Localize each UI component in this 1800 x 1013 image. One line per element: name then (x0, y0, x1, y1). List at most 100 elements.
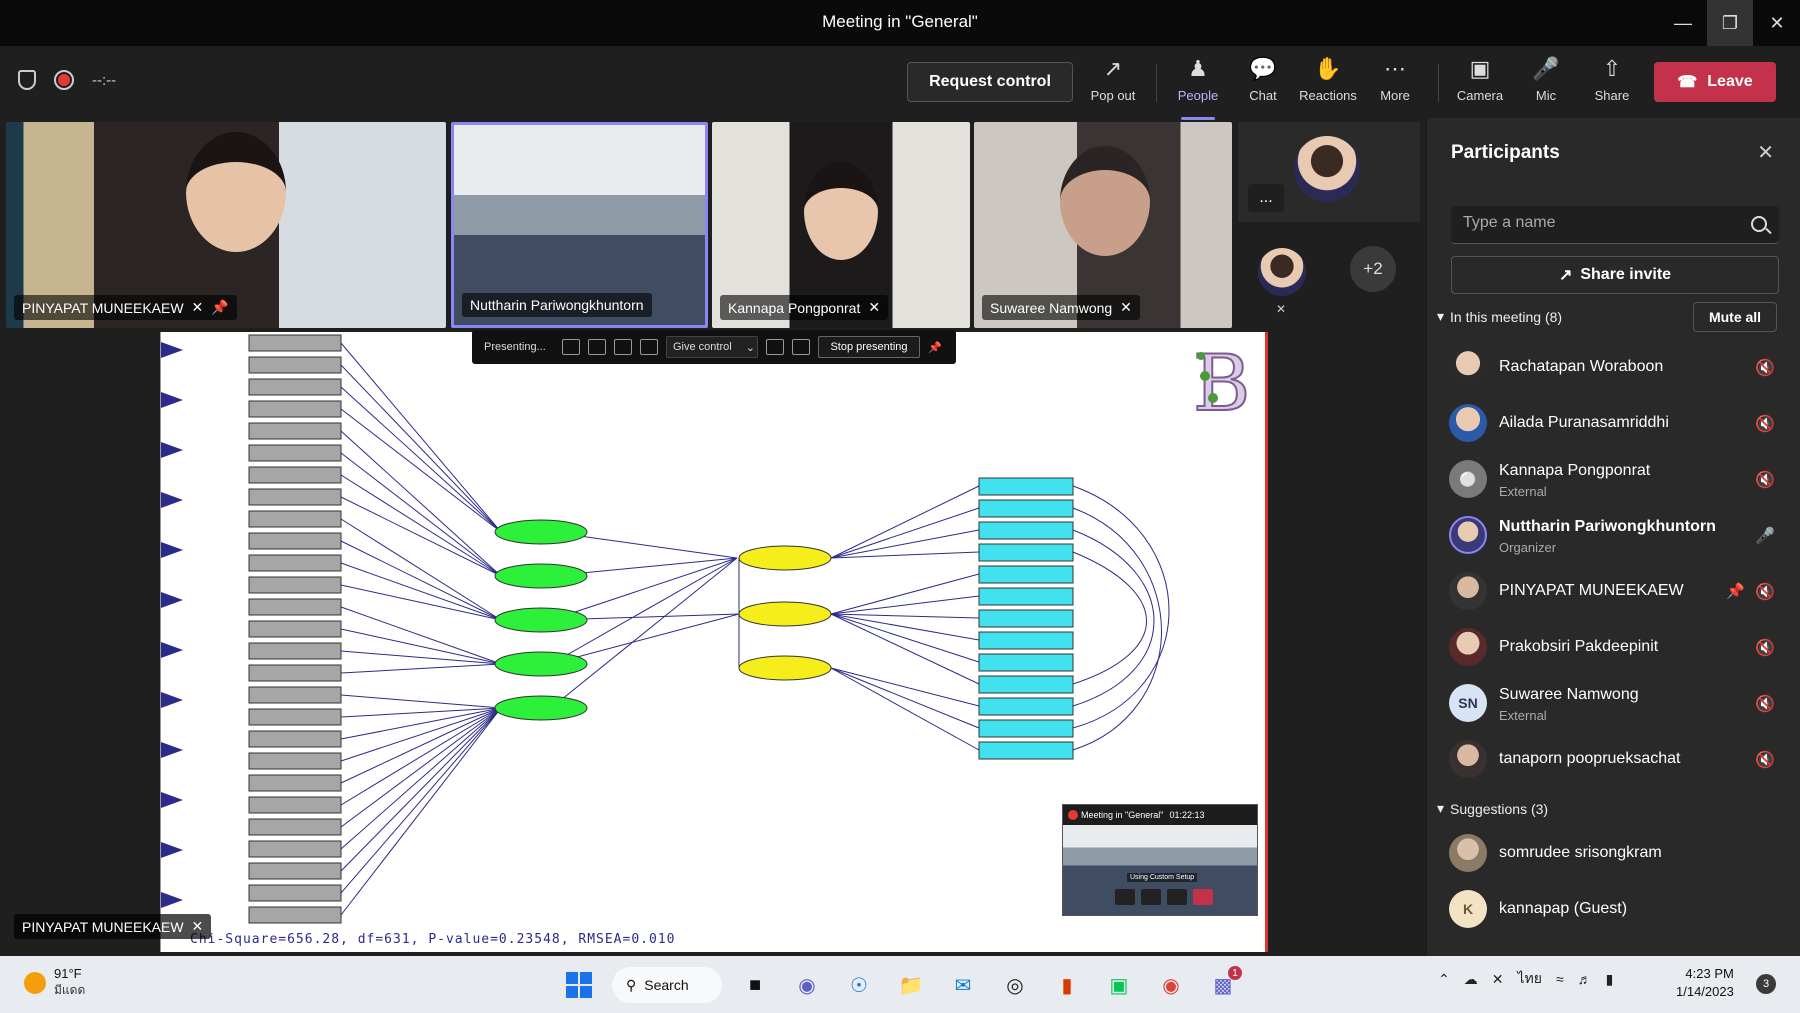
pin-icon[interactable]: 📌 (1726, 582, 1745, 600)
dell-icon[interactable]: ◎ (996, 966, 1034, 1004)
search-input[interactable] (1463, 214, 1743, 232)
task-view-icon[interactable]: ■ (736, 966, 774, 1004)
video-tile[interactable]: Suwaree Namwong ✕ (974, 122, 1232, 328)
chrome-icon[interactable]: ◉ (1152, 966, 1190, 1004)
volume-icon[interactable]: ♬ (1578, 971, 1592, 987)
meeting-toolbar: --:-- Request control ↗ Pop out ♟ People… (0, 46, 1800, 120)
annotate-icon[interactable] (766, 339, 784, 355)
layout-icon[interactable] (640, 339, 658, 355)
avatar (1449, 834, 1487, 872)
chat-button[interactable]: 💬 Chat (1232, 54, 1294, 114)
teams-badge: 1 (1228, 966, 1242, 980)
video-tile[interactable]: PINYAPAT MUNEEKAEW ✕ 📌 (6, 122, 446, 328)
participant-row[interactable]: Ailada Puranasamriddhi 🔇 (1427, 396, 1800, 452)
participant-row[interactable]: Nuttharin Pariwongkhuntorn Organizer 🎤 (1427, 508, 1800, 564)
more-participants-badge[interactable]: +2 (1350, 246, 1396, 292)
camera-button[interactable]: ▣ Camera (1449, 54, 1511, 114)
avatar: SN (1449, 684, 1487, 722)
mic-off-icon[interactable]: 🔇 (1755, 358, 1775, 378)
participant-row[interactable]: PINYAPAT MUNEEKAEW 📌 🔇 (1427, 564, 1800, 620)
video-tile[interactable]: Nuttharin Pariwongkhuntorn (451, 122, 708, 328)
in-meeting-header[interactable]: ▾ In this meeting (8) (1437, 308, 1562, 325)
onedrive-icon[interactable]: ☁ (1464, 971, 1478, 988)
share-icon[interactable] (1167, 889, 1187, 905)
presenter-name-label: PINYAPAT MUNEEKAEW ✕ (14, 914, 212, 939)
avatar (1449, 740, 1487, 778)
start-button[interactable] (560, 966, 598, 1004)
give-control-dropdown[interactable]: Give control ⌄ (666, 336, 758, 358)
clock[interactable]: 4:23 PM 1/14/2023 (1676, 965, 1734, 1001)
office-icon[interactable]: ▮ (1048, 966, 1086, 1004)
mic-button[interactable]: 🎤 Mic (1515, 54, 1577, 114)
mic-off-icon[interactable]: 🔇 (1755, 414, 1775, 434)
mic-off-icon[interactable]: 🔇 (1755, 470, 1775, 490)
mic-off-icon[interactable]: 🔇 (1755, 694, 1775, 714)
notification-badge[interactable]: 3 (1756, 974, 1776, 994)
leave-button[interactable]: ☎ Leave (1654, 62, 1776, 102)
pointer-icon[interactable] (792, 339, 810, 355)
people-button[interactable]: ♟ People (1167, 54, 1229, 120)
line-icon[interactable]: ▣ (1100, 966, 1138, 1004)
edge-icon[interactable]: ☉ (840, 966, 878, 1004)
mic-off-icon[interactable]: 🔇 (1755, 582, 1775, 602)
suggestions-header[interactable]: ▾ Suggestions (3) (1437, 800, 1548, 817)
layout-icon[interactable] (562, 339, 580, 355)
window-title: Meeting in "General" (822, 12, 978, 31)
more-button[interactable]: ⋯ More (1364, 54, 1426, 114)
chevron-down-icon: ▾ (1437, 800, 1445, 816)
mic-off-icon[interactable]: 🔇 (1755, 750, 1775, 770)
teams-chat-icon[interactable]: ◉ (788, 966, 826, 1004)
participant-row[interactable]: tanaporn pooprueksachat 🔇 (1427, 732, 1800, 788)
share-button[interactable]: ⇧ Share (1581, 54, 1643, 114)
people-icon: ♟ (1188, 56, 1208, 81)
language-indicator[interactable]: ไทย (1517, 968, 1541, 990)
layout-icon[interactable] (588, 339, 606, 355)
file-explorer-icon[interactable]: 📁 (892, 966, 930, 1004)
video-tile[interactable]: Kannapa Pongponrat ✕ (712, 122, 970, 328)
mic-off-icon: ✕ (191, 918, 204, 934)
battery-icon[interactable]: ▮ (1606, 971, 1614, 988)
participant-row[interactable]: ⚪ Kannapa Pongponrat External 🔇 (1427, 452, 1800, 508)
hangup-icon[interactable] (1193, 889, 1213, 905)
person-icon: ⚪ (1459, 470, 1477, 487)
suggestion-row[interactable]: K kannapap (Guest) (1427, 882, 1800, 938)
chevron-up-icon[interactable]: ⌃ (1438, 971, 1450, 988)
taskbar-search[interactable]: ⚲ Search (612, 967, 722, 1003)
teams-icon[interactable]: ▩ 1 (1204, 966, 1242, 1004)
suggestion-row[interactable]: somrudee srisongkram (1427, 826, 1800, 882)
mail-icon[interactable]: ✉ (944, 966, 982, 1004)
share-invite-button[interactable]: ↗ Share invite (1451, 256, 1779, 294)
participant-row[interactable]: Prakobsiri Pakdeepinit 🔇 (1427, 620, 1800, 676)
request-control-button[interactable]: Request control (907, 62, 1073, 102)
mic-off-icon[interactable]: 🔇 (1755, 638, 1775, 658)
mic-off-icon: ✕ (868, 299, 881, 315)
camera-icon[interactable] (1115, 889, 1135, 905)
mute-all-button[interactable]: Mute all (1693, 302, 1777, 332)
minimize-button[interactable]: — (1660, 0, 1706, 46)
participant-thumbnail[interactable]: ... (1238, 122, 1420, 222)
search-icon (1751, 216, 1767, 232)
pop-out-icon: ↗ (1103, 56, 1123, 81)
stop-presenting-button[interactable]: Stop presenting (818, 336, 920, 358)
more-options-button[interactable]: ... (1248, 184, 1284, 212)
mic-muted-icon[interactable]: ✕ (1492, 971, 1504, 988)
wifi-icon[interactable]: ≈ (1556, 971, 1564, 987)
meeting-timer: --:-- (92, 71, 117, 89)
mic-off-icon: ✕ (1276, 302, 1287, 316)
restore-button[interactable]: ❐ (1707, 0, 1753, 46)
close-window-button[interactable]: ✕ (1754, 0, 1800, 46)
close-icon[interactable]: ✕ (1757, 140, 1774, 165)
pin-icon: 📌 (211, 299, 229, 315)
mic-icon[interactable]: 🎤 (1755, 526, 1775, 546)
participant-search[interactable] (1451, 206, 1779, 244)
reactions-button[interactable]: ✋ Reactions (1297, 54, 1359, 114)
mic-icon[interactable] (1141, 889, 1161, 905)
pop-out-button[interactable]: ↗ Pop out (1082, 54, 1144, 114)
layout-icon[interactable] (614, 339, 632, 355)
pin-icon[interactable]: 📌 (928, 341, 942, 354)
participant-row[interactable]: SN Suwaree Namwong External 🔇 (1427, 676, 1800, 732)
participant-row[interactable]: Rachatapan Woraboon 🔇 (1427, 340, 1800, 396)
pip-preview[interactable]: Meeting in "General" 01:22:13 Using Custo… (1062, 804, 1258, 916)
weather-widget[interactable]: 91°F มีแดด (24, 966, 85, 1000)
model-fit-text: Chi-Square=656.28, df=631, P-value=0.235… (190, 932, 676, 947)
